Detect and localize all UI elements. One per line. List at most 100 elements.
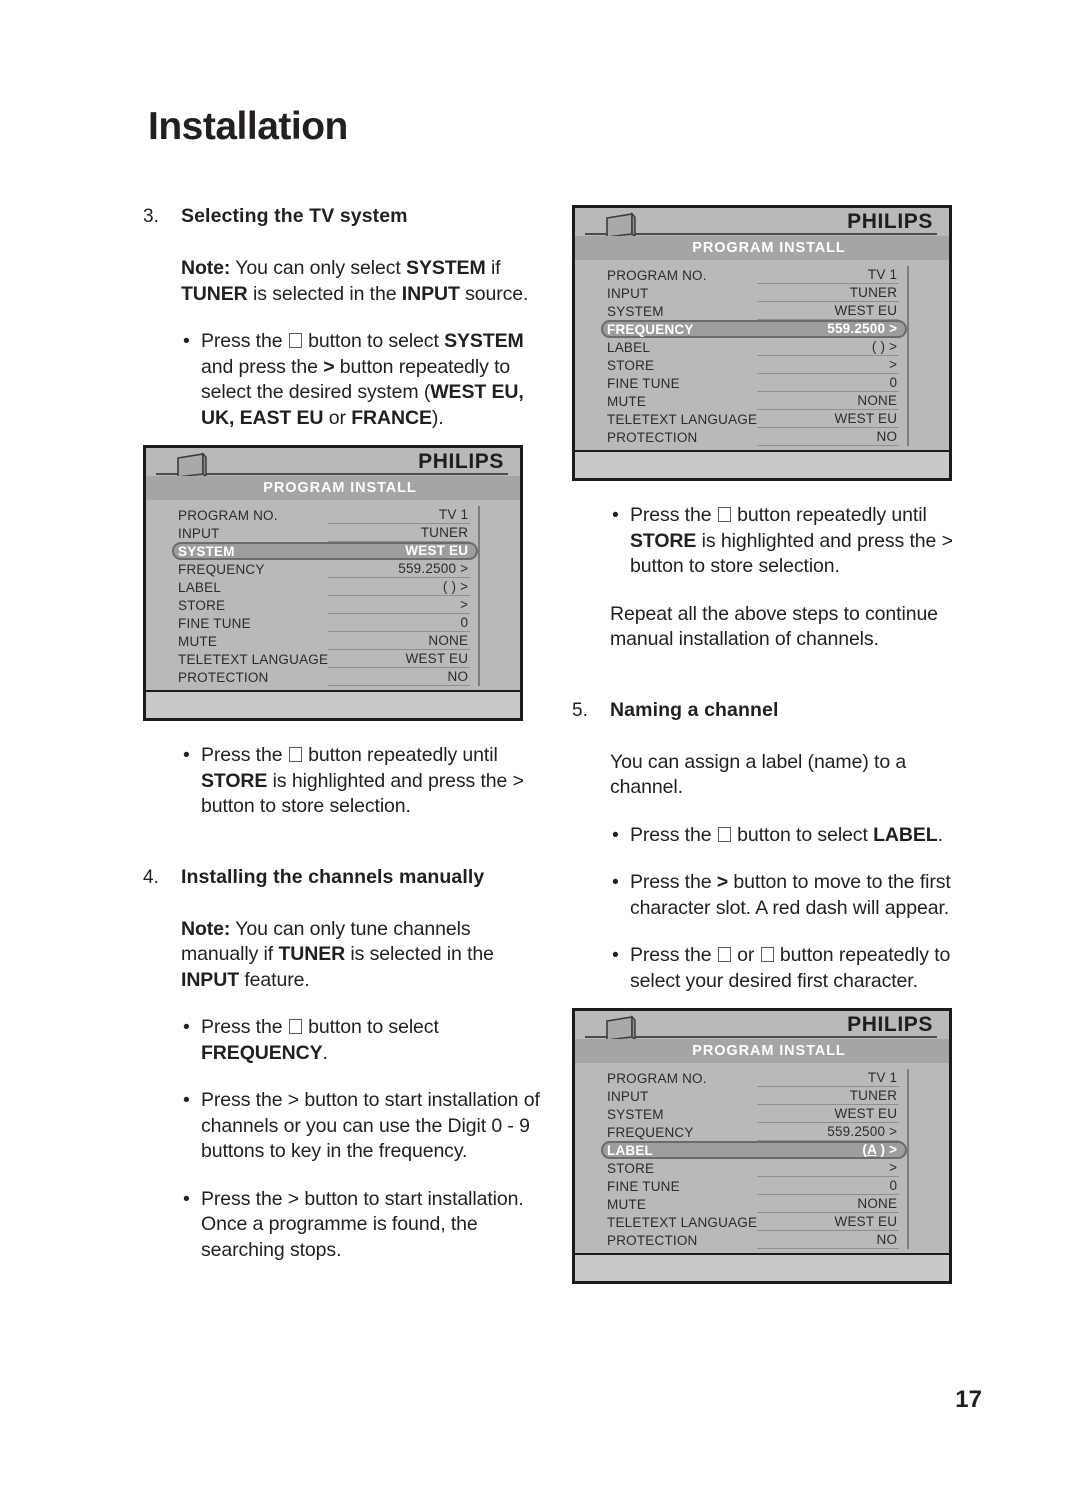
osd-row-frequency[interactable]: FREQUENCY 559.2500 > — [172, 560, 478, 578]
osd-footer-bar — [146, 690, 520, 718]
note-text-3: is selected in the — [247, 282, 402, 305]
osd-label: SYSTEM — [178, 543, 235, 559]
right-arrow-symbol-icon: > — [716, 871, 729, 893]
osd-row-protection[interactable]: PROTECTION NO — [172, 668, 478, 686]
note-bold-tuner: TUNER — [181, 282, 248, 305]
osd-value: 559.2500 > — [827, 320, 898, 336]
osd-row-frequency[interactable]: FREQUENCY 559.2500 > — [601, 320, 908, 338]
osd-label: INPUT — [607, 285, 649, 301]
bullet-text-2: button repeatedly until — [302, 744, 498, 766]
osd-row-program-no[interactable]: PROGRAM NO. TV 1 — [172, 506, 478, 524]
osd-row-system[interactable]: SYSTEM WEST EU — [601, 1105, 907, 1123]
osd-value: NO — [757, 429, 900, 446]
osd-subtitle: PROGRAM INSTALL — [575, 1039, 949, 1063]
osd-value: TV 1 — [757, 1070, 900, 1087]
osd-label: SYSTEM — [607, 303, 664, 319]
osd-value: 0 — [328, 615, 471, 632]
down-arrow-button-glyph-icon — [760, 947, 774, 962]
right-arrow-symbol-icon: > — [323, 355, 335, 378]
osd-row-fine-tune[interactable]: FINE TUNE 0 — [172, 614, 478, 632]
osd-row-list: PROGRAM NO. TV 1 INPUT TUNER SYSTEM WEST EU… — [146, 504, 479, 688]
osd-row-label[interactable]: LABEL ( ) > — [172, 578, 478, 596]
osd-row-input[interactable]: INPUT TUNER — [172, 524, 478, 542]
osd-value: NO — [757, 1232, 900, 1249]
section-3-title: Selecting the TV system — [181, 205, 408, 227]
osd-row-protection[interactable]: PROTECTION NO — [601, 428, 907, 446]
bullet-dot: • — [183, 1187, 190, 1210]
section-5-number: 5. — [572, 699, 588, 721]
osd-row-input[interactable]: INPUT TUNER — [601, 284, 907, 302]
note-text-1: You can only select — [230, 257, 407, 279]
osd-row-teletext-language[interactable]: TELETEXT LANGUAGE WEST EU — [601, 410, 907, 428]
osd-value-first-character: A — [867, 1141, 877, 1157]
page-title: Installation — [148, 105, 348, 148]
osd-row-mute[interactable]: MUTE NONE — [601, 1195, 907, 1213]
osd-value: ( ) > — [757, 339, 900, 356]
osd-header: PHILIPS PROGRAM INSTALL — [146, 448, 520, 500]
osd-row-label[interactable]: LABEL (A ) > — [601, 1141, 908, 1159]
osd-value: WEST EU — [757, 411, 900, 428]
osd-program-install-system: PHILIPS PROGRAM INSTALL PROGRAM NO. TV 1 … — [143, 445, 523, 721]
down-arrow-button-glyph-icon — [288, 1019, 302, 1034]
down-arrow-button-glyph-icon — [717, 507, 731, 522]
osd-row-program-no[interactable]: PROGRAM NO. TV 1 — [601, 1069, 907, 1087]
osd-row-teletext-language[interactable]: TELETEXT LANGUAGE WEST EU — [601, 1213, 907, 1231]
osd-row-system[interactable]: SYSTEM WEST EU — [172, 542, 479, 560]
bullet-text-2: button repeatedly until — [731, 504, 927, 526]
osd-value: TV 1 — [757, 267, 900, 284]
osd-value: TUNER — [328, 525, 471, 542]
bullet-move-first-character: • Press the > button to move to the first… — [610, 870, 972, 921]
osd-label: TELETEXT LANGUAGE — [607, 411, 758, 427]
osd-side-panel — [478, 506, 524, 686]
osd-row-list: PROGRAM NO. TV 1 INPUT TUNER SYSTEM WEST EU… — [575, 1067, 908, 1251]
osd-value: TUNER — [757, 285, 900, 302]
osd-row-store[interactable]: STORE > — [601, 356, 907, 374]
osd-row-mute[interactable]: MUTE NONE — [172, 632, 478, 650]
bullet-dot: • — [183, 330, 190, 352]
osd-value: WEST EU — [757, 303, 900, 320]
osd-row-system[interactable]: SYSTEM WEST EU — [601, 302, 907, 320]
section-4-note: Note: You can only tune channels manuall… — [181, 917, 543, 994]
osd-row-fine-tune[interactable]: FINE TUNE 0 — [601, 1177, 907, 1195]
repeat-steps-paragraph: Repeat all the above steps to continue m… — [610, 602, 938, 651]
osd-value: NONE — [757, 1196, 900, 1213]
section-5-heading: 5. Naming a channel — [572, 699, 972, 722]
bullet-select-frequency: • Press the button to select FREQUENCY. — [181, 1015, 543, 1066]
philips-logo: PHILIPS — [847, 210, 933, 233]
bullet-dot: • — [183, 1016, 190, 1038]
osd-row-label[interactable]: LABEL ( ) > — [601, 338, 907, 356]
osd-value: NO — [328, 669, 471, 686]
bullet-text-2: or — [731, 944, 760, 966]
bullet-store-left: • Press the button repeatedly until STORE… — [181, 743, 543, 820]
osd-label: LABEL — [607, 339, 651, 355]
bullet-dot: • — [612, 823, 619, 846]
osd-row-input[interactable]: INPUT TUNER — [601, 1087, 907, 1105]
bullet-text-1: Press the — [630, 944, 717, 966]
osd-row-protection[interactable]: PROTECTION NO — [601, 1231, 907, 1249]
osd-label: PROTECTION — [607, 1232, 698, 1248]
osd-row-teletext-language[interactable]: TELETEXT LANGUAGE WEST EU — [172, 650, 478, 668]
osd-row-store[interactable]: STORE > — [601, 1159, 907, 1177]
right-column: PHILIPS PROGRAM INSTALL PROGRAM NO. TV 1 … — [572, 205, 972, 1284]
osd-row-frequency[interactable]: FREQUENCY 559.2500 > — [601, 1123, 907, 1141]
osd-label: MUTE — [607, 1196, 647, 1212]
bullet-text: Press the > button to start installation… — [201, 1089, 540, 1162]
osd-row-store[interactable]: STORE > — [172, 596, 478, 614]
osd-value: WEST EU — [757, 1106, 900, 1123]
osd-label: FREQUENCY — [607, 321, 694, 337]
philips-logo: PHILIPS — [847, 1013, 933, 1036]
note-bold-system: SYSTEM — [406, 257, 486, 279]
osd-row-fine-tune[interactable]: FINE TUNE 0 — [601, 374, 907, 392]
osd-row-mute[interactable]: MUTE NONE — [601, 392, 907, 410]
osd-value-close-paren: ) > — [876, 1141, 898, 1157]
osd-label: LABEL — [607, 1142, 653, 1158]
osd-row-program-no[interactable]: PROGRAM NO. TV 1 — [601, 266, 907, 284]
osd-value: > — [757, 1160, 900, 1177]
bullet-start-installation-digits: • Press the > button to start installatio… — [181, 1088, 543, 1165]
osd-subtitle: PROGRAM INSTALL — [575, 236, 949, 260]
page-number: 17 — [955, 1386, 982, 1413]
bullet-select-label: • Press the button to select LABEL. — [610, 823, 972, 849]
osd-side-panel — [907, 1069, 953, 1249]
osd-label: TELETEXT LANGUAGE — [178, 651, 329, 667]
osd-value: TV 1 — [328, 507, 471, 524]
